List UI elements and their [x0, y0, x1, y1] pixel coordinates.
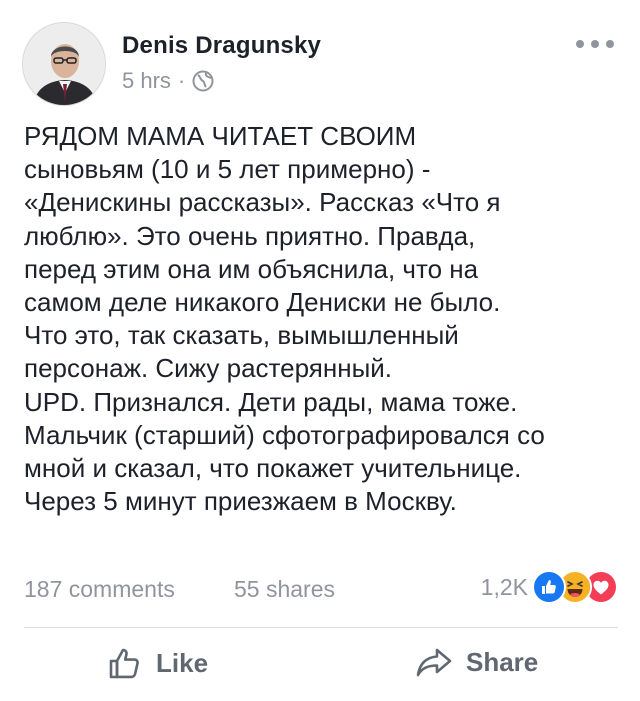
share-button[interactable]: Share [416, 646, 538, 678]
shares-count[interactable]: 55 shares [234, 576, 335, 603]
actions-divider [24, 627, 618, 628]
post-meta: 5 hrs · [122, 68, 214, 94]
like-label: Like [156, 647, 209, 678]
more-dot [591, 40, 599, 48]
comments-count[interactable]: 187 comments [24, 576, 175, 603]
like-reaction-icon [532, 570, 566, 604]
like-button[interactable]: Like [108, 646, 208, 680]
more-dot [606, 40, 614, 48]
share-label: Share [466, 646, 539, 677]
thumbs-up-icon [108, 646, 142, 680]
author-name[interactable]: Denis Dragunsky [122, 32, 321, 60]
post-timestamp[interactable]: 5 hrs [122, 68, 171, 94]
post-body-text: РЯДОМ МАМА ЧИТАЕТ СВОИМ сыновьям (10 и 5… [24, 121, 545, 517]
more-dot [576, 40, 584, 48]
post-header: Denis Dragunsky 5 hrs · [22, 22, 618, 106]
author-avatar[interactable] [22, 22, 106, 106]
post-actions: Like Share [24, 640, 618, 700]
reactions-count[interactable]: 1,2K [481, 574, 528, 601]
reactions-summary[interactable]: 1,2K [481, 570, 618, 604]
meta-separator: · [177, 68, 186, 93]
globe-icon [192, 70, 214, 92]
share-arrow-icon [416, 646, 452, 678]
more-options-icon[interactable] [576, 34, 614, 54]
post-stats: 187 comments 55 shares 1,2K [24, 570, 618, 610]
avatar-photo [23, 23, 105, 105]
